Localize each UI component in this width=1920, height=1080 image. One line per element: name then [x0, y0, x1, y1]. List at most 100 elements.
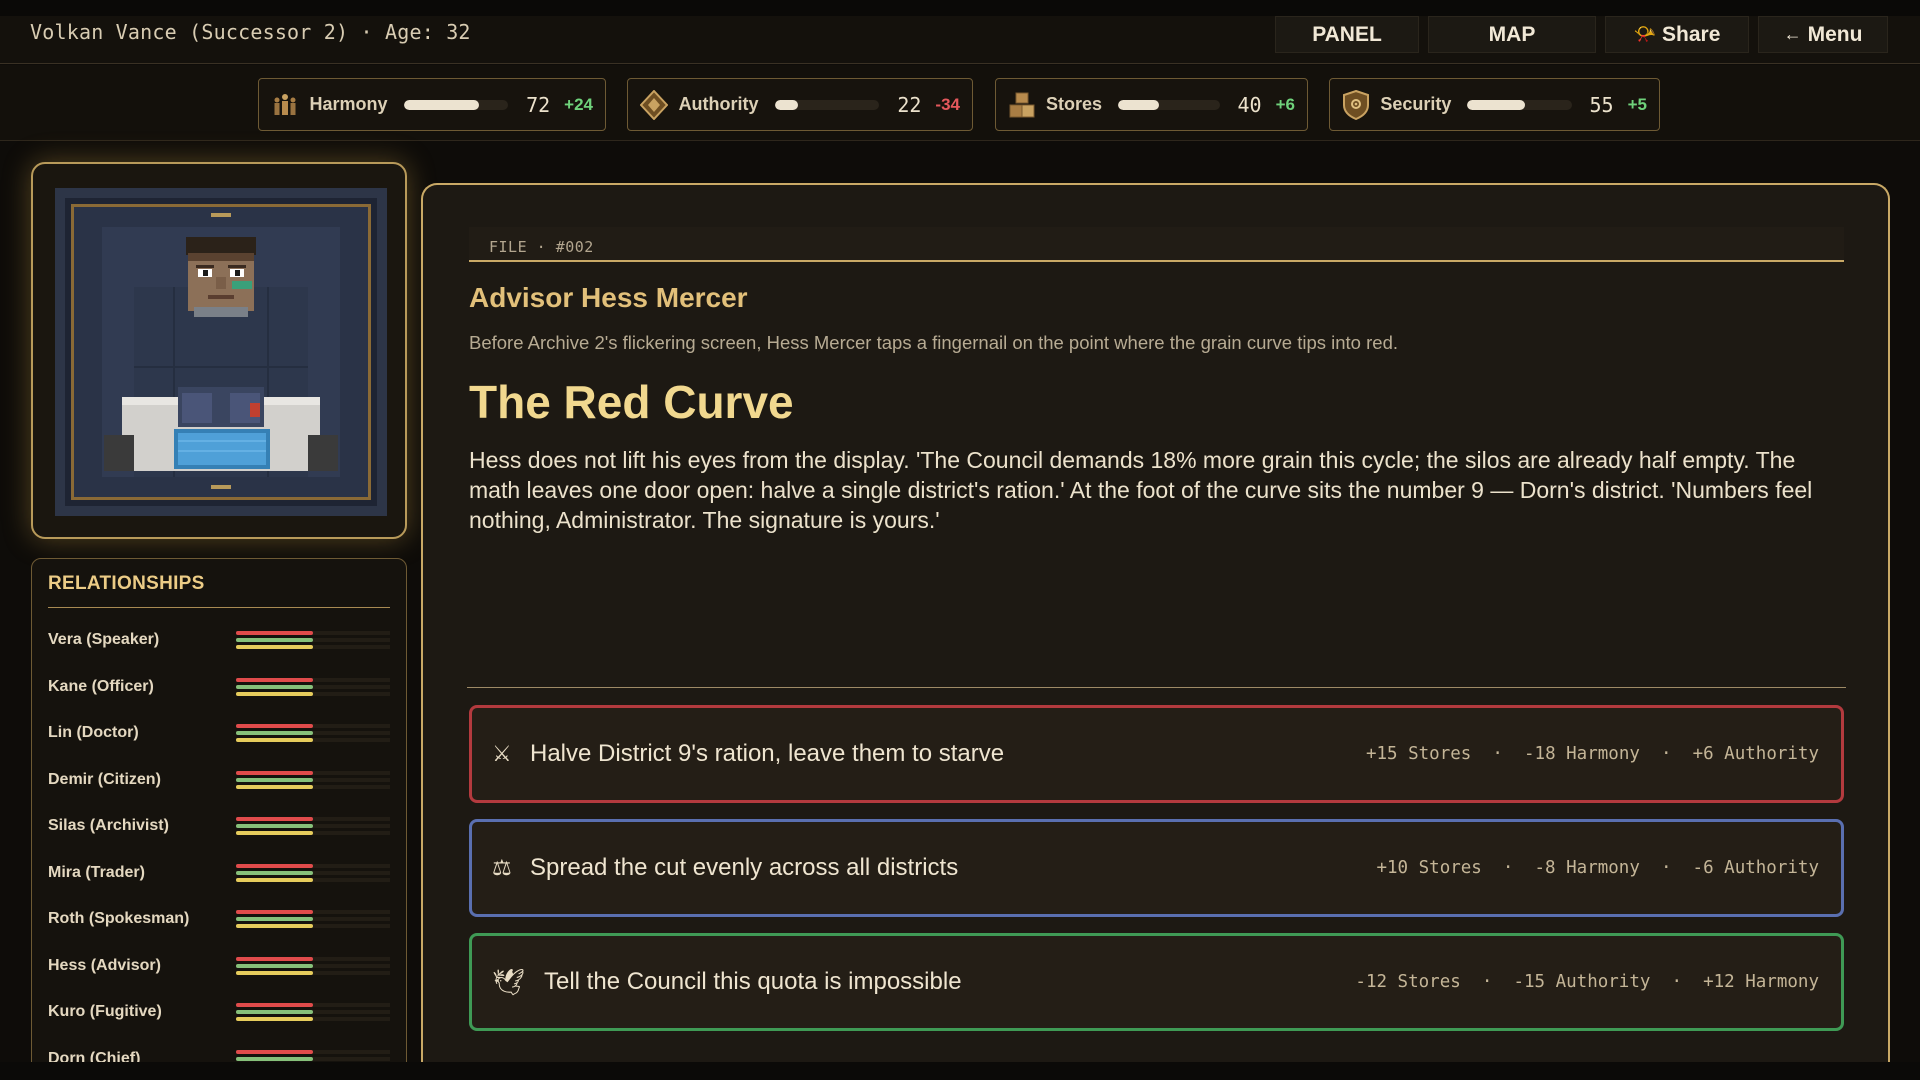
stat-value: 72 — [526, 92, 551, 117]
stat-delta: +6 — [1275, 94, 1295, 114]
choice-spread-cut[interactable]: ⚖ Spread the cut evenly across all distr… — [469, 819, 1844, 917]
scales-icon: ⚖ — [492, 855, 512, 880]
scene-description: Before Archive 2's flickering screen, He… — [469, 332, 1398, 353]
relationship-name: Mira (Trader) — [48, 863, 145, 881]
stat-meter — [1118, 99, 1220, 110]
relationship-meter — [235, 724, 390, 729]
relationships-panel: RELATIONSHIPS Vera (Speaker) Kane (Office… — [31, 558, 407, 1080]
relationship-meter — [235, 963, 390, 968]
relationship-meters — [235, 1003, 390, 1022]
stat-security: Security 55 +5 — [1329, 78, 1660, 131]
stat-stores: Stores 40 +6 — [995, 78, 1308, 131]
diamond-icon — [640, 89, 669, 120]
choice-label: Tell the Council this quota is impossibl… — [544, 968, 962, 995]
relationship-row: Vera (Speaker) — [48, 617, 390, 664]
relationship-meter — [235, 777, 390, 782]
stat-label: Stores — [1046, 94, 1103, 114]
horn-icon: 📯 — [1633, 24, 1657, 44]
relationship-meter — [235, 917, 390, 922]
relationship-name: Roth (Spokesman) — [48, 910, 190, 928]
relationship-name: Lin (Doctor) — [48, 724, 139, 742]
relationship-row: Hess (Advisor) — [48, 943, 390, 990]
choice-refuse-quota[interactable]: 🕊 Tell the Council this quota is impossi… — [469, 933, 1844, 1031]
relationship-meter — [235, 1010, 390, 1015]
stats-bar: Harmony 72 +24 Authority 22 -34 Stores 4… — [0, 65, 1920, 141]
choice-effects: +10 Stores · -8 Harmony · -6 Authority — [1376, 858, 1819, 878]
stat-delta: +5 — [1627, 94, 1647, 114]
map-button-label: MAP — [1488, 22, 1536, 46]
advisor-portrait — [71, 204, 371, 500]
stat-meter — [774, 99, 880, 110]
stat-label: Security — [1380, 94, 1452, 114]
relationship-name: Kane (Officer) — [48, 677, 154, 695]
divider — [467, 687, 1846, 688]
relationship-meter — [235, 956, 390, 961]
shield-icon — [1342, 89, 1370, 120]
relationship-meter — [235, 817, 390, 822]
relationship-row: Lin (Doctor) — [48, 710, 390, 757]
relationship-name: Demir (Citizen) — [48, 770, 161, 788]
stat-authority: Authority 22 -34 — [627, 78, 973, 131]
map-button[interactable]: MAP — [1428, 16, 1596, 53]
relationship-meter — [235, 1017, 390, 1022]
advisor-name: Advisor Hess Mercer — [469, 282, 748, 313]
relationship-meter — [235, 831, 390, 836]
stat-label: Harmony — [309, 94, 388, 114]
relationship-meter — [235, 638, 390, 643]
relationship-meter — [235, 824, 390, 829]
relationship-meter — [235, 1049, 390, 1054]
panel-button-label: PANEL — [1312, 22, 1382, 46]
dove-icon: 🕊 — [492, 966, 526, 997]
relationship-name: Silas (Archivist) — [48, 817, 169, 835]
relationship-row: Kane (Officer) — [48, 664, 390, 711]
relationship-name: Vera (Speaker) — [48, 631, 160, 649]
menu-button[interactable]: ← Menu — [1758, 16, 1888, 53]
relationship-meter — [235, 784, 390, 789]
choice-label: Halve District 9's ration, leave them to… — [530, 740, 1005, 767]
choice-effects: +15 Stores · -18 Harmony · +6 Authority — [1365, 744, 1819, 764]
relationship-meter — [235, 970, 390, 975]
character-info: Volkan Vance (Successor 2) · Age: 32 — [30, 20, 471, 44]
relationship-meters — [235, 770, 390, 789]
panel-button[interactable]: PANEL — [1275, 16, 1419, 53]
share-button[interactable]: 📯 Share — [1605, 16, 1749, 53]
relationship-meter — [235, 870, 390, 875]
choice-halve-ration[interactable]: ⚔ Halve District 9's ration, leave them … — [469, 705, 1844, 803]
relationship-meters — [235, 863, 390, 882]
relationship-meters — [235, 956, 390, 975]
relationship-meter — [235, 877, 390, 882]
relationship-meters — [235, 677, 390, 696]
relationship-meter — [235, 677, 390, 682]
relationship-meters — [235, 631, 390, 650]
stat-meter — [1467, 99, 1572, 110]
relationship-meter — [235, 910, 390, 915]
relationship-meter — [235, 691, 390, 696]
bottom-edge — [0, 1062, 1920, 1080]
stat-meter — [403, 99, 509, 110]
event-body: Hess does not lift his eyes from the dis… — [469, 447, 1813, 533]
portrait-frame — [55, 188, 387, 516]
relationship-meter — [235, 631, 390, 636]
people-icon — [271, 90, 300, 120]
relationship-meter — [235, 1003, 390, 1008]
relationship-name: Kuro (Fugitive) — [48, 1003, 162, 1021]
top-bar: Volkan Vance (Successor 2) · Age: 32 PAN… — [0, 0, 1920, 64]
relationship-row: Kuro (Fugitive) — [48, 989, 390, 1036]
stat-value: 22 — [897, 92, 922, 117]
relationship-meter — [235, 645, 390, 650]
relationship-row: Silas (Archivist) — [48, 803, 390, 850]
advisor-portrait-card — [31, 162, 407, 539]
event-title: The Red Curve — [469, 376, 794, 428]
relationship-row: Mira (Trader) — [48, 850, 390, 897]
relationship-meter — [235, 731, 390, 736]
event-panel: FILE · #002 Advisor Hess Mercer Before A… — [421, 183, 1890, 1080]
stat-value: 55 — [1589, 92, 1614, 117]
choice-effects: -12 Stores · -15 Authority · +12 Harmony — [1355, 972, 1819, 992]
file-tag: FILE · #002 — [469, 227, 1844, 262]
relationship-name: Hess (Advisor) — [48, 956, 161, 974]
relationship-row: Roth (Spokesman) — [48, 896, 390, 943]
stat-delta: -34 — [935, 94, 960, 114]
relationship-row: Demir (Citizen) — [48, 757, 390, 804]
relationship-meter — [235, 738, 390, 743]
relationship-meters — [235, 910, 390, 929]
